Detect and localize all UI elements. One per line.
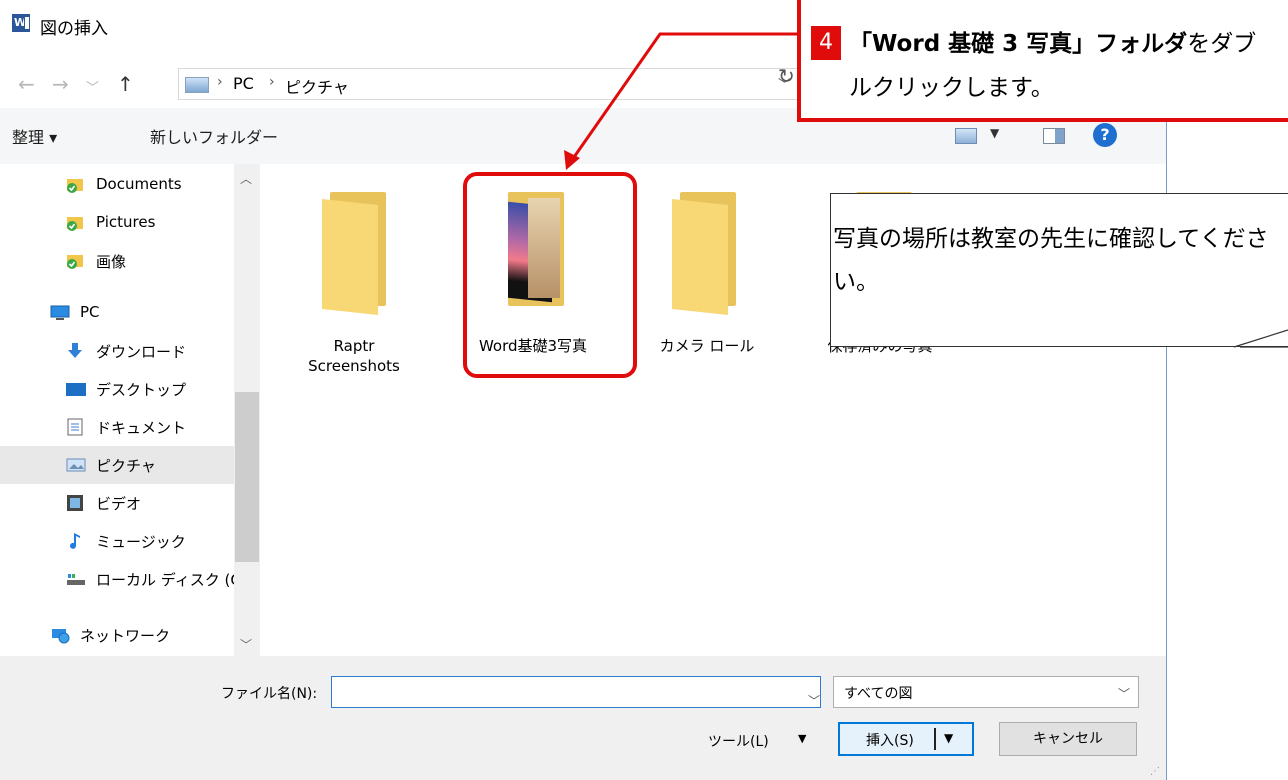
filename-input[interactable] — [331, 676, 821, 708]
tools-dropdown-icon[interactable]: ▼ — [798, 732, 806, 745]
sidebar-item-pc[interactable]: PC — [0, 294, 234, 332]
download-icon — [66, 342, 84, 360]
word-icon: W — [12, 14, 30, 32]
note-text: 写真の場所は教室の先生に確認してください。 — [833, 226, 1269, 295]
new-folder-button[interactable]: 新しいフォルダー — [150, 124, 278, 148]
sidebar-item-documents-jp[interactable]: ドキュメント — [0, 408, 234, 446]
onedrive-folder-icon — [66, 214, 84, 232]
sidebar-item-network[interactable]: ネットワーク — [0, 616, 234, 654]
sidebar-item-images[interactable]: 画像 — [0, 242, 234, 280]
folder-icon — [672, 192, 736, 315]
scroll-thumb[interactable] — [235, 392, 259, 562]
pictures-icon — [66, 456, 86, 474]
sidebar-item-local-disk[interactable]: ローカル ディスク (C — [0, 560, 241, 598]
sidebar-item-label: ビデオ — [96, 495, 142, 513]
sidebar-item-label: ローカル ディスク (C — [96, 571, 241, 589]
filename-label: ファイル名(N): — [221, 686, 318, 702]
sidebar-item-label: ピクチャ — [96, 457, 156, 475]
navigation-pane: Documents Pictures 画像 PC ダウンロード デスクトップ ド… — [0, 164, 260, 656]
file-type-value: すべての図 — [844, 686, 913, 702]
preview-pane-icon[interactable] — [1043, 128, 1065, 144]
music-icon — [66, 532, 84, 550]
desktop-icon — [66, 380, 86, 398]
insert-dropdown-icon[interactable]: ▼ — [944, 731, 953, 745]
onedrive-folder-icon — [66, 176, 84, 194]
forward-arrow-icon[interactable]: → — [52, 72, 69, 96]
sidebar-item-music[interactable]: ミュージック — [0, 522, 234, 560]
sidebar-item-documents[interactable]: Documents — [0, 166, 234, 204]
video-icon — [66, 494, 84, 512]
note-callout: 写真の場所は教室の先生に確認してください。 — [830, 193, 1288, 347]
folder-label: カメラ ロール — [659, 337, 755, 355]
sidebar-item-label: ネットワーク — [80, 627, 171, 645]
sidebar-item-label: PC — [80, 303, 100, 321]
chevron-down-icon: ﹀ — [1117, 687, 1130, 701]
breadcrumb-pc[interactable]: PC — [233, 74, 254, 93]
folder-icon — [322, 192, 386, 315]
insert-button[interactable]: 挿入(S) ▼ — [838, 722, 974, 756]
breadcrumb-pictures[interactable]: ピクチャ — [285, 74, 349, 98]
scroll-up-icon[interactable]: ︿ — [240, 170, 252, 187]
address-bar[interactable]: › PC › ピクチャ ﹀ — [178, 68, 798, 100]
sidebar-item-label: デスクトップ — [96, 381, 187, 399]
file-type-select[interactable]: すべての図 ﹀ — [833, 676, 1139, 708]
instruction-callout: 4 「Word 基礎 3 写真」フォルダをダブルクリックします。 — [797, 0, 1288, 122]
pictures-library-icon — [185, 77, 209, 93]
cancel-button[interactable]: キャンセル — [999, 722, 1137, 756]
documents-icon — [66, 418, 84, 436]
help-icon[interactable]: ? — [1093, 123, 1117, 147]
sidebar-item-label: ドキュメント — [96, 419, 187, 437]
breadcrumb-separator: › — [269, 74, 275, 90]
sidebar-item-pictures-jp[interactable]: ピクチャ — [0, 446, 234, 484]
view-dropdown-icon[interactable]: ▼ — [990, 126, 999, 140]
pc-icon — [50, 304, 70, 322]
step-number-badge: 4 — [811, 26, 841, 60]
sidebar-item-label: Pictures — [96, 213, 156, 231]
sidebar-item-downloads[interactable]: ダウンロード — [0, 332, 234, 370]
sidebar-item-label: Documents — [96, 175, 182, 193]
sidebar-item-videos[interactable]: ビデオ — [0, 484, 234, 522]
resize-grip-icon[interactable]: ⋰ — [1150, 766, 1160, 777]
sidebar-item-label: ダウンロード — [96, 343, 187, 361]
insert-label: 挿入(S) — [866, 733, 914, 749]
onedrive-folder-icon — [66, 252, 84, 270]
navigation-scrollbar[interactable]: ︿ ﹀ — [234, 164, 260, 656]
back-arrow-icon[interactable]: ← — [18, 72, 35, 96]
sidebar-item-label: 画像 — [96, 253, 127, 271]
change-view-icon[interactable] — [955, 128, 977, 144]
sidebar-item-pictures[interactable]: Pictures — [0, 204, 234, 242]
split-divider — [934, 728, 936, 750]
organize-button[interactable]: 整理 ▾ — [12, 124, 57, 148]
tools-menu[interactable]: ツール(L) — [708, 731, 769, 751]
refresh-icon[interactable]: ↻ — [778, 64, 795, 88]
network-icon — [50, 626, 70, 644]
breadcrumb-separator: › — [217, 74, 223, 90]
sidebar-item-label: ミュージック — [96, 533, 186, 551]
instruction-bold-text: 「Word 基礎 3 写真」フォルダ — [849, 31, 1188, 57]
sidebar-item-desktop[interactable]: デスクトップ — [0, 370, 234, 408]
highlight-frame — [463, 172, 637, 378]
instruction-text: 「Word 基礎 3 写真」フォルダをダブルクリックします。 — [849, 22, 1279, 110]
up-arrow-icon[interactable]: ↑ — [117, 72, 134, 96]
scroll-down-icon[interactable]: ﹀ — [240, 636, 252, 653]
dialog-footer: ファイル名(N): ﹀ すべての図 ﹀ ツール(L) ▼ 挿入(S) ▼ キャン… — [0, 656, 1166, 780]
recent-dropdown-icon[interactable]: ﹀ — [86, 77, 99, 96]
drive-icon — [66, 570, 85, 588]
folder-label: Raptr Screenshots — [308, 337, 400, 375]
window-title: 図の挿入 — [40, 19, 108, 39]
